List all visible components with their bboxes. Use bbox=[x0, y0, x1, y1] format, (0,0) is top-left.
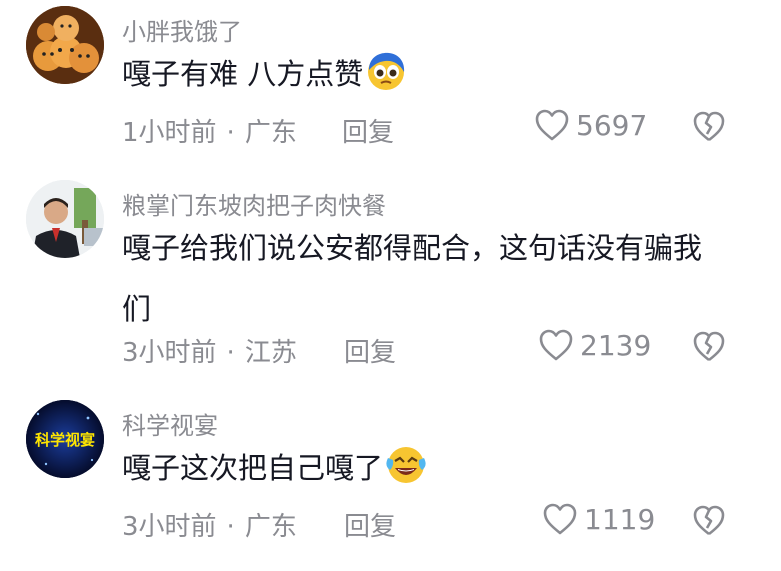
comment-meta: 3小时前 · 广东 bbox=[122, 506, 297, 543]
comment-location: 广东 bbox=[244, 512, 297, 542]
reply-button[interactable]: 回复 bbox=[342, 112, 394, 149]
comment-text: 嘎子这次把自己嘎了 bbox=[122, 438, 722, 499]
comment-meta: 1小时前 · 广东 bbox=[122, 112, 297, 149]
like-button[interactable]: 1119 bbox=[542, 502, 655, 536]
comment-item: 科学视宴 科学视宴 嘎子这次把自己嘎了 3小时前 · 广东 回复 1119 bbox=[0, 390, 781, 571]
meta-separator: · bbox=[226, 338, 235, 368]
like-button[interactable]: 2139 bbox=[538, 328, 651, 362]
comment-location: 江苏 bbox=[244, 338, 297, 368]
broken-heart-dislike-icon[interactable] bbox=[692, 330, 726, 364]
comment-text-body: 嘎子有难 八方点赞 bbox=[122, 57, 364, 91]
avatar[interactable] bbox=[26, 180, 104, 258]
comment-text: 嘎子给我们说公安都得配合，这句话没有骗我们 bbox=[122, 218, 722, 340]
broken-heart-dislike-icon[interactable] bbox=[692, 110, 726, 144]
comment-username[interactable]: 粮掌门东坡肉把子肉快餐 bbox=[122, 186, 386, 221]
comment-time: 3小时前 bbox=[122, 512, 217, 542]
comment-location: 广东 bbox=[244, 118, 297, 148]
comment-text: 嘎子有难 八方点赞 bbox=[122, 44, 722, 105]
reply-button[interactable]: 回复 bbox=[344, 332, 396, 369]
laughing-crying-emoji-icon bbox=[385, 444, 427, 486]
reply-button[interactable]: 回复 bbox=[344, 506, 396, 543]
pleading-face-emoji-icon bbox=[365, 50, 407, 92]
like-count: 1119 bbox=[584, 502, 656, 536]
comment-text-body: 嘎子这次把自己嘎了 bbox=[122, 451, 384, 485]
like-button[interactable]: 5697 bbox=[534, 108, 647, 142]
comment-item: 粮掌门东坡肉把子肉快餐 嘎子给我们说公安都得配合，这句话没有骗我们 3小时前 · 江… bbox=[0, 170, 781, 380]
like-count: 5697 bbox=[576, 108, 648, 142]
heart-icon bbox=[539, 329, 573, 361]
comment-username[interactable]: 小胖我饿了 bbox=[122, 12, 242, 47]
comment-item: 小胖我饿了 嘎子有难 八方点赞 1小时前 · 广东 回复 5697 bbox=[0, 0, 781, 170]
comment-time: 1小时前 bbox=[122, 118, 217, 148]
like-count: 2139 bbox=[580, 328, 652, 362]
avatar-text: 科学视宴 bbox=[35, 431, 95, 449]
meta-separator: · bbox=[226, 512, 235, 542]
heart-icon bbox=[535, 109, 569, 141]
comment-meta: 3小时前 · 江苏 bbox=[122, 332, 297, 369]
comment-username[interactable]: 科学视宴 bbox=[122, 406, 218, 441]
avatar[interactable] bbox=[26, 6, 104, 84]
avatar[interactable]: 科学视宴 bbox=[26, 400, 104, 478]
heart-icon bbox=[543, 503, 577, 535]
broken-heart-dislike-icon[interactable] bbox=[692, 504, 726, 538]
meta-separator: · bbox=[226, 118, 235, 148]
comment-time: 3小时前 bbox=[122, 338, 217, 368]
comment-text-body: 嘎子给我们说公安都得配合，这句话没有骗我们 bbox=[122, 231, 703, 326]
